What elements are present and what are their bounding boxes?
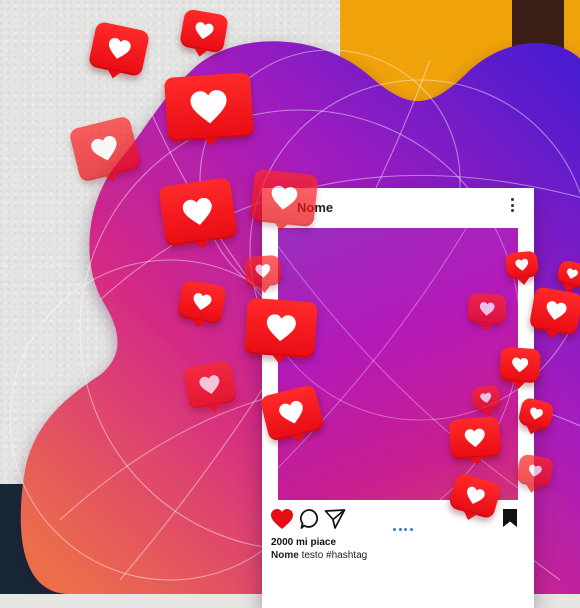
like-notification-icon [163, 72, 255, 142]
caption-username[interactable]: Nome [271, 550, 299, 561]
caption-text: testo [301, 550, 324, 561]
illustration: Nome 2000 mi piace Nome testo #hashtag [0, 0, 580, 608]
like-notification-icon [179, 8, 229, 54]
share-icon[interactable] [324, 508, 346, 530]
like-notification-icon [243, 254, 283, 288]
caption-hashtag[interactable]: #hashtag [326, 550, 367, 561]
caption: Nome testo #hashtag [271, 550, 367, 561]
like-notification-icon [249, 168, 319, 228]
like-notification-icon [466, 292, 508, 326]
comment-icon[interactable] [299, 508, 321, 530]
like-notification-icon [448, 416, 502, 460]
heart-icon[interactable] [270, 508, 294, 530]
like-notification-icon [158, 177, 238, 247]
like-notification-icon [515, 453, 555, 489]
like-notification-icon [498, 346, 542, 384]
bookmark-icon[interactable] [502, 508, 518, 528]
like-notification-icon [244, 297, 318, 359]
like-notification-icon [528, 286, 580, 336]
likes-count[interactable]: 2000 mi piace [271, 537, 336, 548]
more-options-icon[interactable] [509, 198, 515, 216]
like-notification-icon [182, 360, 238, 410]
like-notification-icon [504, 250, 540, 280]
carousel-dots [393, 518, 415, 536]
like-notification-icon [177, 279, 227, 325]
